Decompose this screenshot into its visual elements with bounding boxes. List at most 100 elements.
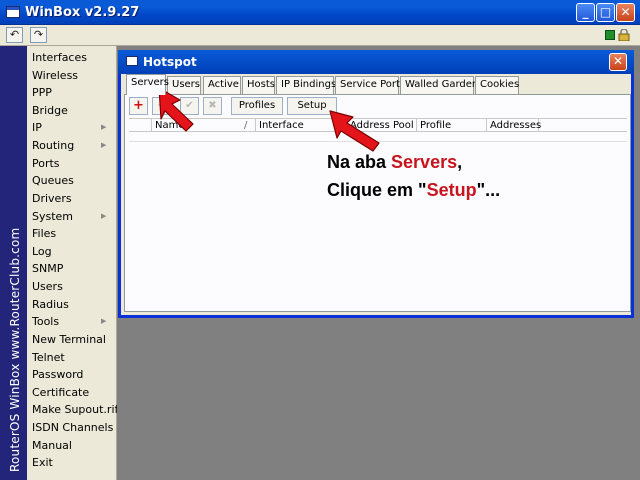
hotspot-close-button[interactable]: ✕ (609, 53, 627, 71)
enable-button[interactable]: ✔ (180, 97, 199, 115)
app-title: WinBox v2.9.27 (25, 5, 140, 20)
sidebar-item-label: PPP (32, 86, 52, 100)
sidebar-item-label: New Terminal (32, 332, 106, 346)
sidebar-item-ip[interactable]: IP ▶ (27, 119, 117, 137)
maximize-button[interactable]: □ (596, 3, 615, 22)
sidebar-item-manual[interactable]: Manual (27, 437, 117, 455)
minimize-button[interactable]: _ (576, 3, 595, 22)
sidebar-item-label: Users (32, 280, 63, 294)
sidebar-item-ports[interactable]: Ports (27, 155, 117, 173)
submenu-arrow-icon: ▶ (101, 317, 107, 326)
sidebar-item-label: Interfaces (32, 51, 87, 64)
main-toolbar: ↶ ↷ (0, 25, 640, 46)
sidebar-item-label: Password (32, 368, 84, 382)
lock-icon (618, 29, 630, 41)
column-header-name-label: Name (155, 120, 185, 131)
profiles-button[interactable]: Profiles (231, 97, 283, 115)
sidebar-item-label: Wireless (32, 68, 79, 82)
sidebar-item-interfaces[interactable]: Interfaces (27, 49, 117, 67)
instruction-line-1: Na aba Servers, (327, 152, 462, 173)
instruction-1-prefix: Na aba (327, 152, 392, 172)
sidebar-item-label: Ports (32, 156, 60, 170)
sidebar-item-drivers[interactable]: Drivers (27, 190, 117, 208)
sidebar-item-queues[interactable]: Queues (27, 172, 117, 190)
brand-strip: RouterOS WinBox www.RouterClub.com (0, 46, 27, 480)
sidebar-item-radius[interactable]: Radius (27, 296, 117, 314)
submenu-arrow-icon: ▶ (101, 211, 107, 220)
column-header-interface[interactable]: Interface (256, 119, 347, 132)
submenu-arrow-icon: ▶ (101, 141, 107, 150)
tab-active[interactable]: Active (203, 76, 241, 94)
sidebar-item-users[interactable]: Users (27, 278, 117, 296)
add-button[interactable]: + (129, 97, 148, 115)
submenu-arrow-icon: ▶ (101, 123, 107, 132)
sidebar-item-ppp[interactable]: PPP (27, 84, 117, 102)
column-header-address-pool[interactable]: Address Pool (347, 119, 417, 132)
sidebar-item-exit[interactable]: Exit (27, 454, 117, 472)
sidebar-item-label: Exit (32, 456, 53, 470)
disable-button[interactable]: ✖ (203, 97, 222, 115)
instruction-1-highlight: Servers (391, 152, 458, 172)
hotspot-titlebar[interactable]: Hotspot ✕ (118, 50, 634, 74)
window-icon (126, 56, 138, 66)
table-row[interactable] (129, 132, 627, 142)
sidebar-item-make-supout-rif[interactable]: Make Supout.rif (27, 401, 119, 419)
sidebar-item-label: System (32, 209, 74, 223)
column-header-profile[interactable]: Profile (417, 119, 487, 132)
tab-cookies[interactable]: Cookies (475, 76, 519, 94)
setup-button[interactable]: Setup (287, 97, 337, 115)
close-button[interactable]: ✕ (616, 3, 635, 22)
column-header-name[interactable]: Name / (152, 119, 256, 132)
sidebar-item-log[interactable]: Log (27, 243, 117, 261)
sidebar-item-label: Certificate (32, 385, 90, 399)
sidebar-item-label: Bridge (32, 103, 68, 117)
sort-marker: / (244, 120, 248, 131)
tab-walled-garden[interactable]: Walled Garden (400, 76, 478, 94)
sidebar-item-label: Make Supout.rif (32, 403, 119, 417)
sidebar-item-tools[interactable]: Tools ▶ (27, 313, 117, 331)
sidebar-item-label: Drivers (32, 191, 72, 205)
sidebar-item-files[interactable]: Files (27, 225, 117, 243)
winbox-app-icon (6, 6, 20, 18)
remove-button[interactable]: − (152, 97, 171, 115)
column-header-flags[interactable] (129, 119, 152, 132)
tab-ip-bindings[interactable]: IP Bindings (276, 76, 336, 94)
column-header-addresses[interactable]: Addresses (487, 119, 541, 132)
sidebar-item-isdn-channels[interactable]: ISDN Channels (27, 419, 117, 437)
instruction-line-2: Clique em "Setup"... (327, 180, 500, 201)
connection-status-icon (605, 30, 615, 40)
sidebar-item-new-terminal[interactable]: New Terminal (27, 331, 117, 349)
tab-service-ports[interactable]: Service Ports (335, 76, 405, 94)
side-menu: Interfaces Wireless PPP Bridge IP ▶ Routing ▶ Po… (27, 46, 119, 480)
sidebar-item-label: Tools (32, 315, 60, 329)
sidebar-item-label: Manual (32, 438, 72, 452)
sidebar-item-certificate[interactable]: Certificate (27, 384, 117, 402)
hotspot-title: Hotspot (143, 55, 197, 69)
sidebar-item-label: Queues (32, 174, 74, 188)
sidebar-item-routing[interactable]: Routing ▶ (27, 137, 117, 155)
sidebar-item-label: IP (32, 121, 42, 135)
sidebar-item-label: SNMP (32, 262, 64, 276)
sidebar-item-label: Routing (32, 139, 75, 153)
tab-hosts[interactable]: Hosts (242, 76, 275, 94)
instruction-2-highlight: Setup (426, 180, 477, 200)
main-titlebar: WinBox v2.9.27 _ □ ✕ (0, 0, 640, 25)
sidebar-item-wireless[interactable]: Wireless (27, 67, 117, 85)
servers-tab-panel: + − ✔ ✖ Profiles Setup Name / Interface … (124, 94, 631, 312)
sidebar-item-system[interactable]: System ▶ (27, 208, 117, 226)
tab-users[interactable]: Users (167, 76, 201, 94)
instruction-1-suffix: , (457, 152, 463, 172)
redo-button[interactable]: ↷ (30, 27, 47, 43)
sidebar-item-label: Log (32, 244, 52, 258)
sidebar-item-telnet[interactable]: Telnet (27, 349, 117, 367)
brand-vertical-text: RouterOS WinBox www.RouterClub.com (8, 227, 22, 472)
tab-servers[interactable]: Servers (126, 74, 169, 95)
sidebar-item-snmp[interactable]: SNMP (27, 260, 117, 278)
instruction-2-prefix: Clique em " (327, 180, 427, 200)
sidebar-item-password[interactable]: Password (27, 366, 117, 384)
servers-table-header: Name / Interface Address Pool Profile Ad… (129, 118, 627, 132)
sidebar-item-bridge[interactable]: Bridge (27, 102, 117, 120)
sidebar-item-label: ISDN Channels (32, 421, 114, 435)
sidebar-item-label: Files (32, 227, 57, 241)
sidebar-item-label: Radius (32, 297, 69, 311)
